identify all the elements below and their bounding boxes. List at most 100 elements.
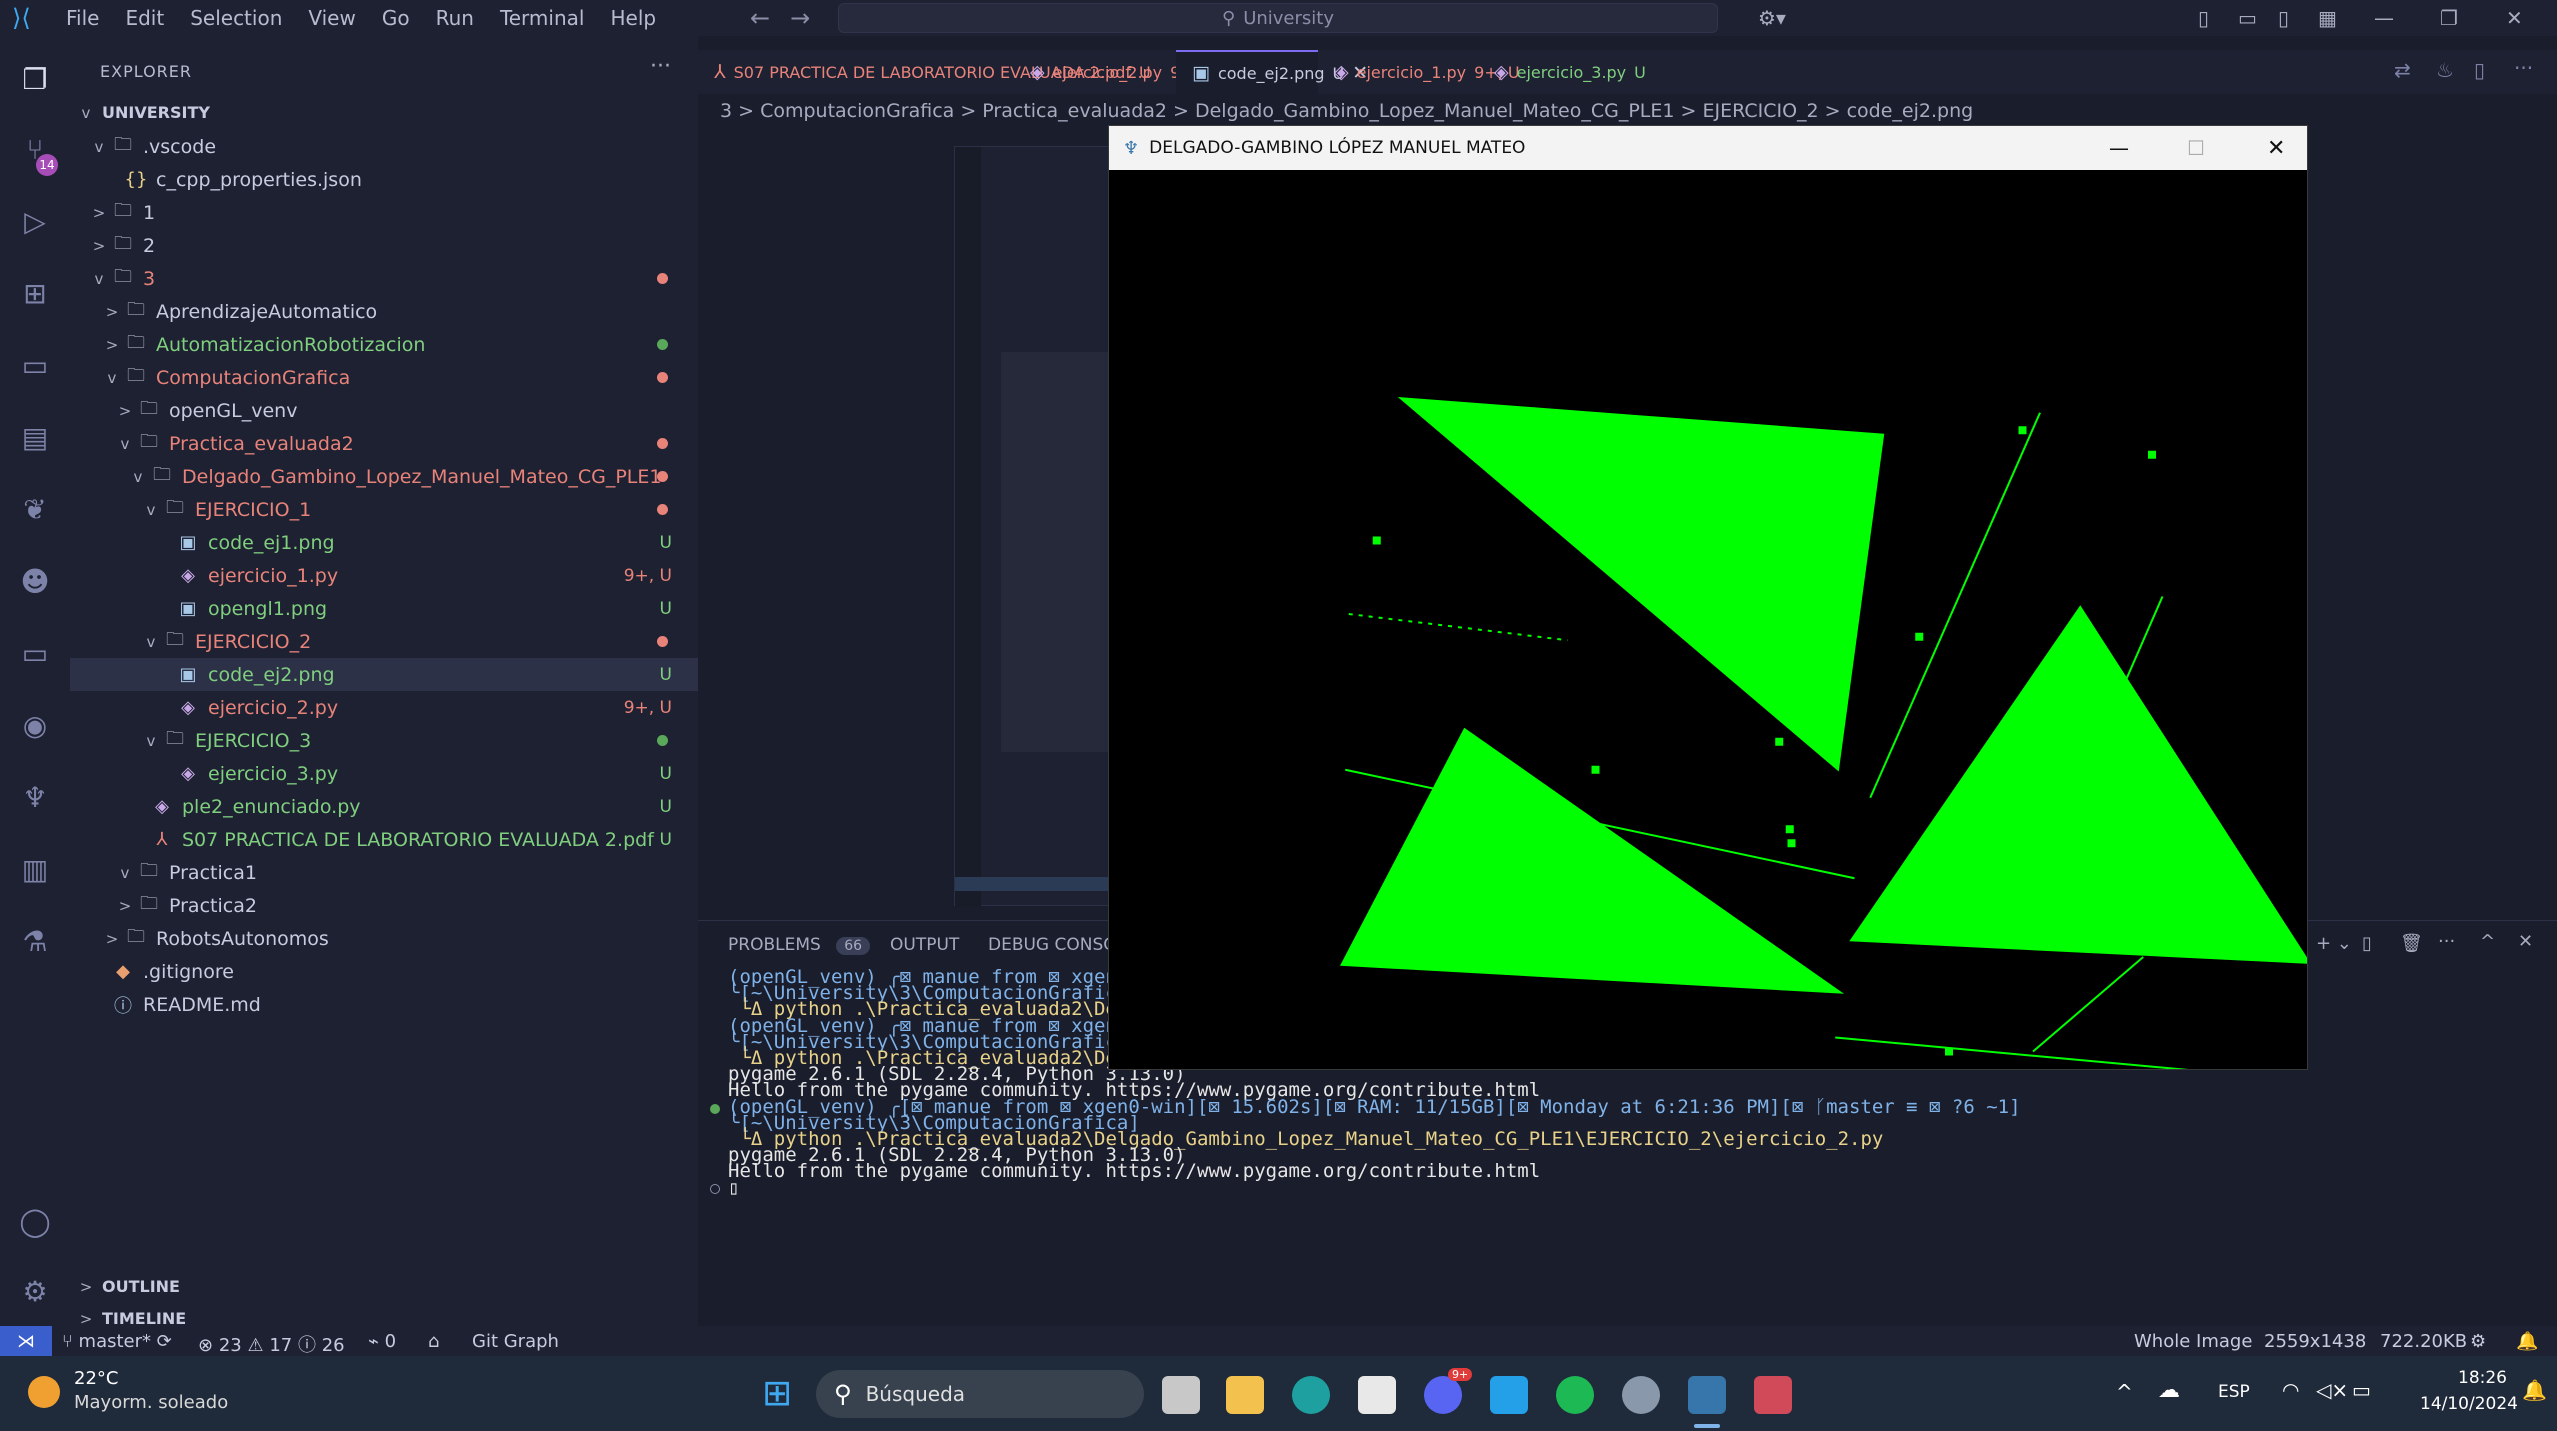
run-debug-icon[interactable]: ▷	[16, 202, 54, 240]
chevron-up-icon[interactable]: ^	[2116, 1380, 2133, 1404]
mongodb-icon[interactable]: ❦	[16, 490, 54, 528]
menu-file[interactable]: File	[66, 6, 99, 30]
tab-output[interactable]: OUTPUT	[890, 935, 959, 955]
tree-file[interactable]: {} c_cpp_properties.json	[70, 163, 698, 196]
battery-icon[interactable]: ▭	[2352, 1378, 2371, 1402]
editor-tab[interactable]: ◈ ejercicio_1.py 9+, U	[1318, 50, 1520, 94]
account-icon[interactable]: ◯	[16, 1202, 54, 1240]
tree-folder[interactable]: > 🗀 openGL_venv	[70, 394, 698, 427]
layout-icon[interactable]: ▦	[2318, 6, 2337, 30]
editor-tab[interactable]: ◈ejercicio_2.py9+, U	[1014, 50, 1216, 94]
close-icon[interactable]: ✕	[2267, 136, 2285, 161]
tree-folder[interactable]: v 🗀 .vscode	[70, 130, 698, 163]
language-indicator[interactable]: ESP	[2218, 1382, 2250, 1402]
trash-icon[interactable]: 🗑	[2400, 933, 2423, 954]
spotify-icon[interactable]	[1556, 1376, 1594, 1414]
maximize-panel-icon[interactable]: ^	[2480, 931, 2495, 952]
nav-arrows[interactable]: ←→	[750, 4, 830, 32]
tree-folder[interactable]: > 🗀 1	[70, 196, 698, 229]
volume-icon[interactable]: ◁×	[2316, 1378, 2348, 1402]
notifications-bell-icon[interactable]: 🔔	[2522, 1378, 2547, 1402]
file-explorer-icon[interactable]	[1226, 1376, 1264, 1414]
settings-icon[interactable]	[1622, 1376, 1660, 1414]
clock-time[interactable]: 18:26	[2458, 1368, 2507, 1388]
remote-indicator[interactable]: ⋊	[0, 1326, 52, 1356]
minimize-icon[interactable]: —	[2374, 6, 2394, 30]
edge-icon[interactable]	[1292, 1376, 1330, 1414]
tree-file[interactable]: ▣ opengl1.png U	[70, 592, 698, 625]
taskbar-search-input[interactable]: ⚲ Búsqueda	[816, 1370, 1144, 1418]
tree-file[interactable]: ◈ ejercicio_3.py U	[70, 757, 698, 790]
docker-icon[interactable]: ▥	[16, 850, 54, 888]
tree-file[interactable]: ◈ ejercicio_1.py 9+, U	[70, 559, 698, 592]
extensions-icon[interactable]: ⊞	[16, 274, 54, 312]
menu-terminal[interactable]: Terminal	[500, 6, 585, 30]
tree-folder[interactable]: v 🗀 EJERCICIO_2	[70, 625, 698, 658]
chat-icon[interactable]: ▭	[16, 634, 54, 672]
menu-help[interactable]: Help	[610, 6, 656, 30]
more-actions-icon[interactable]: ···	[2514, 56, 2533, 80]
tree-folder[interactable]: v 🗀 ComputacionGrafica	[70, 361, 698, 394]
toggle-sidebar-icon[interactable]: ▯	[2198, 6, 2209, 30]
tree-folder[interactable]: > 🗀 AutomatizacionRobotizacion	[70, 328, 698, 361]
split-terminal-icon[interactable]: ▯	[2362, 933, 2372, 954]
git-graph-button[interactable]: Git Graph	[472, 1331, 559, 1352]
split-editor-icon[interactable]: ▯	[2474, 58, 2485, 82]
minimize-icon[interactable]: —	[2109, 136, 2129, 160]
discord-icon[interactable]	[1424, 1376, 1462, 1414]
github-icon[interactable]: ◉	[16, 706, 54, 744]
tab-problems[interactable]: PROBLEMS 66	[728, 935, 871, 955]
menu-edit[interactable]: Edit	[125, 6, 164, 30]
toggle-panel-icon[interactable]: ▭	[2238, 6, 2257, 30]
branch-indicator[interactable]: ⑂ master* ⟳	[62, 1331, 172, 1352]
zoom-indicator[interactable]: Whole Image	[2134, 1331, 2252, 1352]
toggle-secondary-icon[interactable]: ▯	[2278, 6, 2289, 30]
python-icon[interactable]: ♆	[16, 778, 54, 816]
editor-tab[interactable]: ▣ code_ej2.png U ✕	[1176, 50, 1368, 94]
menu-run[interactable]: Run	[436, 6, 474, 30]
tree-file[interactable]: ⓘ README.md	[70, 988, 698, 1021]
clock-date[interactable]: 14/10/2024	[2420, 1394, 2518, 1414]
tree-folder[interactable]: v 🗀 Practica_evaluada2	[70, 427, 698, 460]
debug-icon[interactable]: ♨	[2436, 58, 2454, 82]
tree-folder[interactable]: > 🗀 Practica2	[70, 889, 698, 922]
tree-file[interactable]: ◆ .gitignore	[70, 955, 698, 988]
menu-selection[interactable]: Selection	[190, 6, 282, 30]
tree-file[interactable]: ◈ ejercicio_2.py 9+, U	[70, 691, 698, 724]
close-icon[interactable]: ✕	[2506, 6, 2523, 30]
tree-folder[interactable]: > 🗀 RobotsAutonomos	[70, 922, 698, 955]
workspace-root[interactable]: v UNIVERSITY	[70, 96, 698, 129]
microsoft-store-icon[interactable]	[1358, 1376, 1396, 1414]
wifi-icon[interactable]: ◠	[2282, 1378, 2299, 1402]
snipping-tool-icon[interactable]	[1754, 1376, 1792, 1414]
problems-indicator[interactable]: ⊗ 23 ⚠ 17 ⓘ 26	[198, 1331, 345, 1357]
testing-icon[interactable]: ⚗	[16, 922, 54, 960]
tree-folder[interactable]: v 🗀 Delgado_Gambino_Lopez_Manuel_Mateo_CG_…	[70, 460, 698, 493]
notebook-icon[interactable]: ▤	[16, 418, 54, 456]
tree-folder[interactable]: v 🗀 EJERCICIO_1	[70, 493, 698, 526]
more-actions-icon[interactable]: ···	[650, 54, 671, 79]
command-center-search[interactable]: ⚲ University	[838, 3, 1718, 33]
tree-folder[interactable]: v 🗀 EJERCICIO_3	[70, 724, 698, 757]
onedrive-icon[interactable]: ☁	[2158, 1378, 2180, 1403]
remote-explorer-icon[interactable]: ▭	[16, 346, 54, 384]
editor-tab[interactable]: ◈ ejercicio_3.py U	[1478, 50, 1646, 94]
tree-folder[interactable]: > 🗀 AprendizajeAutomatico	[70, 295, 698, 328]
weather-sun-icon[interactable]	[28, 1376, 60, 1408]
tree-file[interactable]: ⅄ S07 PRACTICA DE LABORATORIO EVALUADA 2.…	[70, 823, 698, 856]
home-icon[interactable]: ⌂	[428, 1331, 439, 1352]
tab-debug-console[interactable]: DEBUG CONSOL	[988, 935, 1126, 955]
more-actions-icon[interactable]: ···	[2438, 931, 2455, 952]
ports-indicator[interactable]: ⌁ 0	[368, 1331, 396, 1352]
restore-icon[interactable]: ❐	[2440, 6, 2458, 30]
windows-start-icon[interactable]: ⊞	[762, 1376, 792, 1412]
tree-folder[interactable]: v 🗀 Practica1	[70, 856, 698, 889]
new-terminal-dropdown-icon[interactable]: + ⌄	[2316, 933, 2352, 954]
tree-file[interactable]: ◈ ple2_enunciado.py U	[70, 790, 698, 823]
pygame-canvas[interactable]	[1109, 170, 2307, 1069]
notifications-bell-icon[interactable]: 🔔	[2516, 1331, 2538, 1352]
compare-icon[interactable]: ⇄	[2394, 58, 2411, 82]
task-view-icon[interactable]	[1162, 1376, 1200, 1414]
menu-view[interactable]: View	[308, 6, 355, 30]
editor-tab[interactable]: ⅄ S07 PRACTICA DE LABORATORIO EVALUADA 2.…	[698, 50, 1151, 94]
